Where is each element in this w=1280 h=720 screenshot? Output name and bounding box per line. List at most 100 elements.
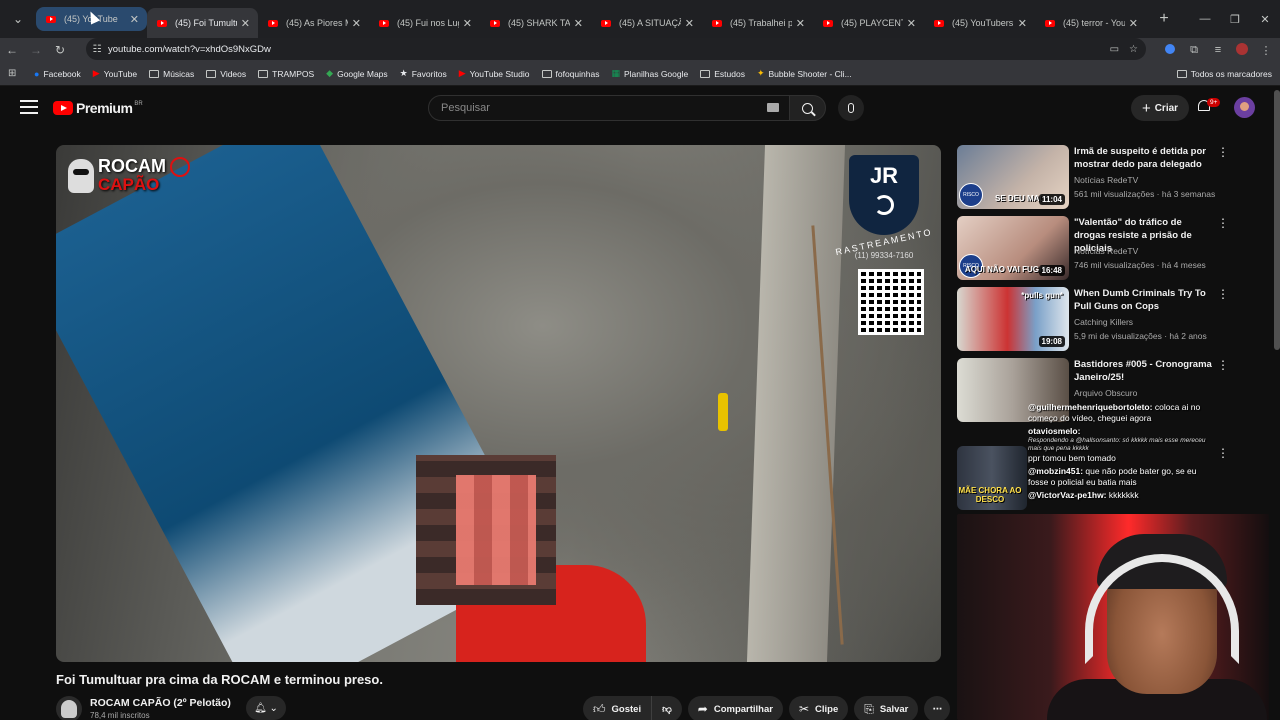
clip-button[interactable]: ✂ Clipe [788,696,849,720]
recommendation-channel[interactable]: Notícias RedeTV [1074,175,1138,185]
tab-title: (45) YouTubers Co [952,18,1014,28]
tab-title: (45) As Piores Mo [286,18,348,28]
extensions-puzzle-icon[interactable]: ⧉ [1186,44,1202,57]
recommendation-title[interactable]: When Dumb Criminals Try To Pull Guns on … [1074,287,1214,313]
video-thumbnail[interactable]: RISCO AQUI NÃO VAI FUGIR 16:48 [957,216,1069,280]
clip-label: Clipe [815,703,839,715]
recommendation-item[interactable]: RISCO SE DEU MAL! 11:04 Irmã de suspeito… [957,145,1237,211]
more-vertical-icon[interactable]: ⋮ [1217,146,1229,158]
more-vertical-icon[interactable]: ⋮ [1217,217,1229,229]
channel-name[interactable]: ROCAM CAPÃO (2º Pelotão) [90,697,231,709]
keyboard-icon[interactable] [767,103,779,112]
site-info-icon[interactable]: ☷ [86,44,108,55]
browser-tab[interactable]: (45) terror - YouTu ✕ [1035,8,1146,38]
voice-search-button[interactable] [838,95,864,121]
bookmark-fofoquinhas[interactable]: fofoquinhas [541,69,599,79]
close-tab-icon[interactable]: ✕ [352,17,361,30]
media-icon[interactable]: ≡ [1210,44,1226,56]
recommendation-item[interactable]: *pulls gun* 19:08 When Dumb Criminals Tr… [957,287,1237,353]
bookmark-google-maps[interactable]: ◆ Google Maps [326,68,387,79]
rocam-watermark: ROCAM CAPÃO [68,156,190,194]
recommendation-title[interactable]: Bastidores #005 - Cronograma Janeiro/25! [1074,358,1214,384]
all-bookmarks[interactable]: Todos os marcadores [1176,62,1272,86]
bookmark-bubble-shooter[interactable]: ✦ Bubble Shooter - Cli... [757,68,852,79]
save-button[interactable]: ⎘ Salvar [854,696,919,720]
forward-icon[interactable]: → [24,38,48,62]
apps-grid-icon[interactable]: ⊞ [8,68,28,79]
create-button[interactable]: + Criar [1131,95,1189,121]
close-tab-icon[interactable]: ✕ [685,17,694,30]
video-scene-yellow-object [718,393,728,431]
menu-hamburger-icon[interactable] [20,100,38,118]
share-icon: ➦ [697,702,708,716]
minimize-icon[interactable]: — [1190,0,1220,38]
search-button[interactable] [789,95,826,121]
bookmark-musicas[interactable]: Músicas [149,69,194,79]
account-avatar[interactable] [1234,97,1255,118]
bookmark-planilhas[interactable]: ▦ Planilhas Google [611,68,688,79]
search-box[interactable] [428,95,790,121]
close-tab-icon[interactable]: ✕ [241,17,250,30]
close-window-icon[interactable]: ✕ [1250,0,1280,38]
bookmark-favoritos[interactable]: ★ Favoritos [400,68,447,79]
close-tab-icon[interactable]: ✕ [130,13,139,26]
share-button[interactable]: ➦ Compartilhar [687,696,783,720]
new-tab-icon[interactable]: + [1152,7,1176,31]
browser-tab[interactable]: (45) PLAYCENTER ✕ [813,8,924,38]
search-input[interactable] [429,96,789,120]
browser-tab[interactable]: (45) As Piores Mo ✕ [258,8,369,38]
reload-icon[interactable]: ↻ [48,38,72,62]
browser-tab[interactable]: (45) Fui nos Luga ✕ [369,8,480,38]
close-tab-icon[interactable]: ✕ [463,17,472,30]
close-tab-icon[interactable]: ✕ [1018,17,1027,30]
search-icon [802,102,813,114]
recommendation-title[interactable]: Irmã de suspeito é detida por mostrar de… [1074,145,1214,171]
kebab-menu-icon[interactable]: ⋮ [1258,44,1274,57]
bookmark-youtube[interactable]: ▶ YouTube [93,68,137,79]
video-thumbnail[interactable]: MÃE CHORA AO DESCO [957,446,1027,510]
dislike-button[interactable]: 👎︎ [652,703,682,715]
browser-tab[interactable]: (45) YouTubers Co ✕ [924,8,1035,38]
more-vertical-icon[interactable]: ⋮ [1217,447,1229,459]
more-actions-button[interactable]: ⋯ [924,696,951,720]
tab-search-icon[interactable]: ⌄ [0,0,36,38]
bookmark-trampos[interactable]: TRAMPOS [258,69,314,79]
subscription-bell-button[interactable]: 🔔︎ ⌄ [246,696,286,720]
back-icon[interactable]: ← [0,38,24,62]
profile-icon[interactable] [1234,42,1250,58]
more-vertical-icon[interactable]: ⋮ [1217,359,1229,371]
bookmark-label: Planilhas Google [623,68,689,79]
browser-tab-active[interactable]: (45) Foi Tumultuar ✕ [147,8,258,38]
bookmark-star-icon[interactable]: ☆ [1129,44,1138,55]
recommendation-item[interactable]: RISCO AQUI NÃO VAI FUGIR 16:48 "Valentão… [957,216,1237,282]
like-label: Gostei [611,703,642,715]
video-thumbnail[interactable]: RISCO SE DEU MAL! 11:04 [957,145,1069,209]
browser-tab[interactable]: (45) A SITUAÇÃO ✕ [591,8,702,38]
close-tab-icon[interactable]: ✕ [907,17,916,30]
url-text[interactable]: youtube.com/watch?v=xhdOs9NxGDw [108,44,271,55]
browser-tab[interactable]: (45) Trabalhei por ✕ [702,8,813,38]
like-button[interactable]: 👍︎ Gostei [583,696,653,720]
bookmark-facebook[interactable]: ● Facebook [34,69,81,79]
bookmark-estudos[interactable]: Estudos [700,69,745,79]
more-vertical-icon[interactable]: ⋮ [1217,288,1229,300]
browser-tab[interactable]: (45) SHARK TANK ✕ [480,8,591,38]
close-tab-icon[interactable]: ✕ [796,17,805,30]
extension-icon[interactable] [1162,43,1178,57]
video-thumbnail[interactable]: *pulls gun* 19:08 [957,287,1069,351]
close-tab-icon[interactable]: ✕ [574,17,583,30]
recommendation-channel[interactable]: Catching Killers [1074,317,1133,327]
close-tab-icon[interactable]: ✕ [1129,17,1138,30]
recommendation-channel[interactable]: Arquivo Obscuro [1074,388,1137,398]
maximize-icon[interactable]: ❐ [1220,0,1250,38]
youtube-premium-logo[interactable]: Premium BR [53,100,143,116]
recommendation-channel[interactable]: Notícias RedeTV [1074,246,1138,256]
video-player[interactable]: ROCAM CAPÃO JR RASTREAMENTO (11) 99334-71… [56,145,941,662]
like-dislike-button[interactable]: 👍︎ Gostei 👎︎ [583,696,682,720]
bookmark-youtube-studio[interactable]: ▶ YouTube Studio [459,68,530,79]
address-bar[interactable]: ☷ youtube.com/watch?v=xhdOs9NxGDw ▭ ☆ [86,38,1146,60]
channel-avatar[interactable] [56,696,82,720]
bookmark-videos[interactable]: Videos [206,69,246,79]
page-scrollbar[interactable] [1274,90,1280,350]
cast-icon[interactable]: ▭ [1110,44,1119,55]
